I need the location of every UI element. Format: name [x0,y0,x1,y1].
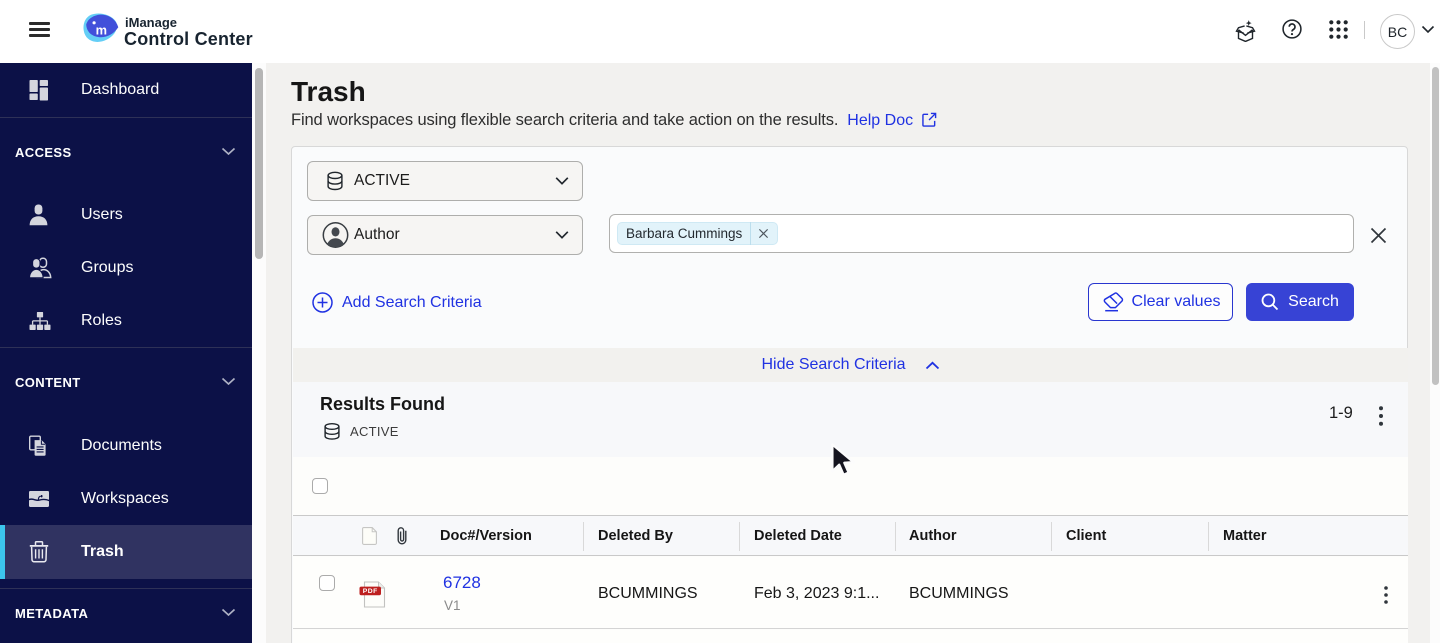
svg-text:m: m [96,22,107,37]
svg-text:PDF: PDF [363,588,378,595]
